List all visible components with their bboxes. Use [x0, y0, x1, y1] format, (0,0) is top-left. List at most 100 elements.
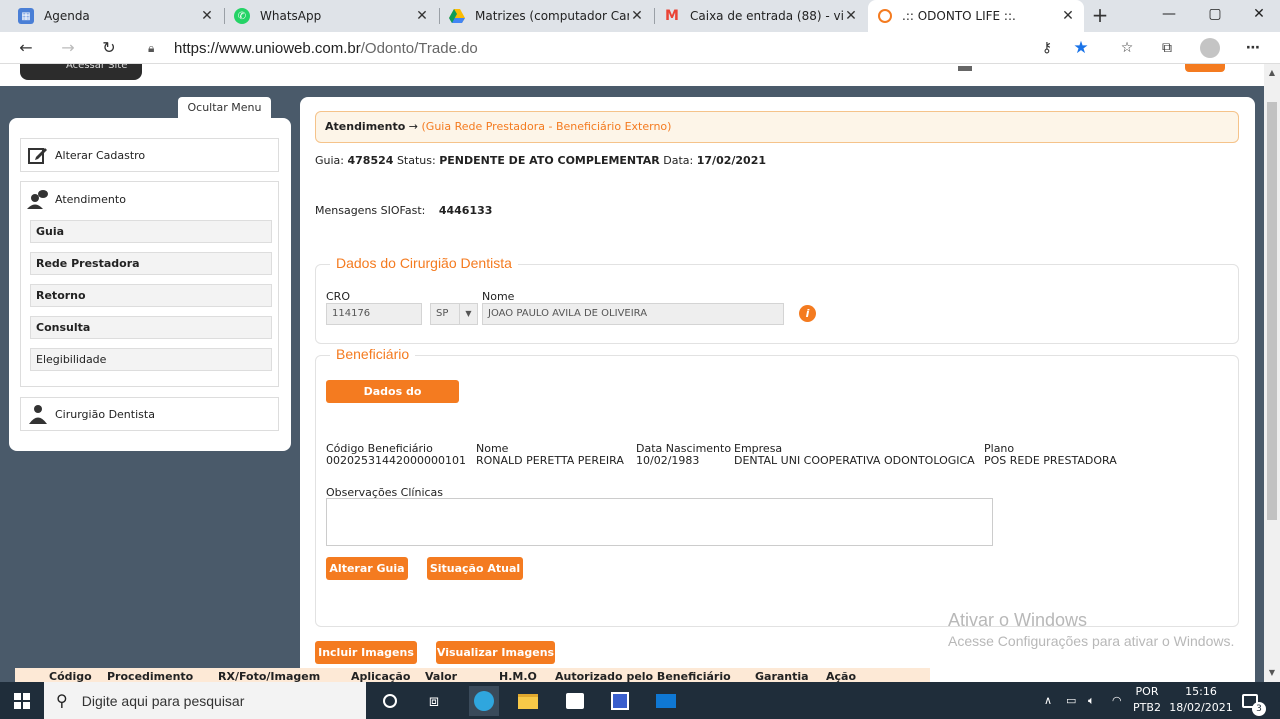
language-indicator[interactable]: POR PTB2	[1132, 684, 1162, 716]
edit-icon	[27, 145, 49, 165]
visualizar-imagens-button[interactable]: Visualizar Imagens	[436, 641, 555, 664]
breadcrumb-current[interactable]: (Guia Rede Prestadora - Beneficiário Ext…	[422, 120, 672, 133]
close-icon[interactable]: ✕	[1060, 8, 1076, 24]
sidebar-item-atendimento[interactable]: Atendimento	[21, 182, 278, 216]
nome-dentista-input[interactable]: JOAO PAULO AVILA DE OLIVEIRA	[482, 303, 784, 325]
sidebar-item-cirurgiao-dentista[interactable]: Cirurgião Dentista	[20, 397, 279, 431]
header-menu-icon[interactable]	[958, 66, 972, 71]
store-icon[interactable]	[562, 688, 588, 714]
tab-title: WhatsApp	[260, 9, 322, 23]
file-explorer-icon[interactable]	[515, 688, 541, 714]
tray-chevron-icon[interactable]: ∧	[1044, 682, 1052, 719]
tab-title: Matrizes (computador Carol) -	[475, 9, 629, 23]
status-value: PENDENTE DE ATO COMPLEMENTAR	[439, 154, 660, 167]
data-nascimento: Data Nascimento 10/02/1983	[636, 443, 731, 467]
alterar-guia-button[interactable]: Alterar Guia	[326, 557, 408, 580]
empresa: Empresa DENTAL UNI COOPERATIVA ODONTOLOG…	[734, 443, 975, 467]
nome-beneficiario: Nome RONALD PERETTA PEREIRA	[476, 443, 624, 467]
breadcrumb-arrow: →	[408, 120, 418, 133]
scroll-up-icon[interactable]: ▲	[1264, 68, 1280, 77]
task-view-icon[interactable]: ⧈	[421, 688, 447, 714]
observacoes-textarea[interactable]	[326, 498, 993, 546]
plano: Plano POS REDE PRESTADORA	[984, 443, 1117, 467]
incluir-imagens-button[interactable]: Incluir Imagens	[315, 641, 417, 664]
uf-value: SP	[436, 308, 449, 319]
scroll-down-icon[interactable]: ▼	[1264, 668, 1280, 677]
chevron-down-icon[interactable]: ▼	[459, 304, 477, 324]
close-icon[interactable]: ✕	[414, 8, 430, 24]
tab-whatsapp[interactable]: ✆ WhatsApp ✕	[224, 0, 438, 32]
mail-icon[interactable]	[653, 688, 679, 714]
info-icon[interactable]: i	[799, 305, 816, 322]
notification-icon[interactable]: 3	[1242, 682, 1266, 719]
minimize-button[interactable]: —	[1146, 0, 1192, 30]
tab-agenda[interactable]: ▦ Agenda ✕	[8, 0, 223, 32]
col-procedimento: Procedimento	[107, 670, 194, 682]
collections-icon[interactable]: ⧉	[1156, 38, 1178, 58]
favorites-icon[interactable]: ☆	[1116, 38, 1138, 58]
page-content: Acessar Site Ocultar Menu Alterar Cadast…	[0, 64, 1264, 682]
app-icon[interactable]	[607, 688, 633, 714]
cortana-icon[interactable]	[377, 688, 403, 714]
scroll-thumb[interactable]	[1267, 102, 1277, 520]
user-chat-icon	[27, 189, 49, 209]
ocultar-menu-tab[interactable]: Ocultar Menu	[178, 97, 271, 119]
odonto-life-icon	[878, 9, 892, 23]
sidebar-item-alterar-cadastro[interactable]: Alterar Cadastro	[20, 138, 279, 172]
clock[interactable]: 15:16 18/02/2021	[1168, 684, 1234, 716]
volume-icon[interactable]: 🔈︎	[1088, 682, 1095, 719]
calendar-icon: ▦	[18, 8, 34, 24]
edge-icon[interactable]	[469, 686, 499, 716]
forward-arrow-icon[interactable]: →	[54, 36, 82, 60]
close-icon[interactable]: ✕	[629, 8, 645, 24]
dados-beneficiario-button[interactable]: Dados do Beneficiário	[326, 380, 459, 421]
codigo-beneficiario: Código Beneficiário 00202531442000000101	[326, 443, 466, 467]
sidebar-item-rede-prestadora[interactable]: Rede Prestadora	[30, 252, 272, 275]
new-tab-button[interactable]: +	[1088, 4, 1112, 28]
refresh-icon[interactable]: ↻	[95, 36, 123, 60]
battery-icon[interactable]: ▭	[1066, 682, 1076, 719]
profile-icon[interactable]	[1199, 38, 1221, 58]
codigo-beneficiario-value: 00202531442000000101	[326, 454, 466, 467]
dentista-legend: Dados do Cirurgião Dentista	[330, 255, 518, 271]
col-hmo: H.M.O	[499, 670, 537, 682]
clock-time: 15:16	[1185, 685, 1217, 698]
maximize-button[interactable]: ▢	[1192, 0, 1238, 30]
breadcrumb: Atendimento → (Guia Rede Prestadora - Be…	[315, 111, 1239, 143]
back-arrow-icon[interactable]: ←	[12, 36, 40, 60]
data-label: Data:	[663, 154, 694, 167]
windows-taskbar: ⚲ Digite aqui para pesquisar ⧈ ∧ ▭ 🔈︎ ◠ …	[0, 682, 1280, 719]
mensagens-value: 4446133	[438, 204, 493, 217]
uf-select[interactable]: SP ▼	[430, 303, 478, 325]
more-icon[interactable]: ⋯	[1242, 38, 1264, 58]
gmail-icon: M	[665, 8, 679, 24]
data-value: 17/02/2021	[696, 154, 767, 167]
acessar-site-button[interactable]: Acessar Site	[20, 64, 142, 80]
sidebar-item-consulta[interactable]: Consulta	[30, 316, 272, 339]
windows-start-button[interactable]	[0, 682, 44, 719]
taskbar-search[interactable]: ⚲ Digite aqui para pesquisar	[44, 682, 366, 719]
col-aplicacao: Aplicação	[351, 670, 411, 682]
sidebar-item-elegibilidade[interactable]: Elegibilidade	[30, 348, 272, 371]
tab-odonto-life[interactable]: .:: ODONTO LIFE ::. ✕	[868, 0, 1084, 32]
search-placeholder: Digite aqui para pesquisar	[81, 692, 245, 709]
situacao-atual-button[interactable]: Situação Atual	[427, 557, 523, 580]
cro-input[interactable]: 114176	[326, 303, 422, 325]
tab-gmail[interactable]: M Caixa de entrada (88) - vilasauc ✕	[654, 0, 867, 32]
close-icon[interactable]: ✕	[199, 8, 215, 24]
key-icon[interactable]: ⚷	[1036, 38, 1058, 58]
star-icon[interactable]: ★	[1070, 38, 1092, 58]
dentista-fieldset: Dados do Cirurgião Dentista CRO 114176 S…	[315, 255, 1239, 344]
procedures-table-header: Código Procedimento RX/Foto/Imagem Aplic…	[15, 668, 930, 682]
url-field[interactable]: 🔒︎ https://www.unioweb.com.br/Odonto/Tra…	[140, 35, 1100, 61]
google-drive-icon	[449, 8, 465, 24]
sidebar-item-guia[interactable]: Guia	[30, 220, 272, 243]
close-icon[interactable]: ✕	[843, 8, 859, 24]
wifi-icon[interactable]: ◠	[1112, 682, 1122, 719]
page-scrollbar[interactable]: ▲ ▼	[1264, 64, 1280, 682]
close-window-button[interactable]: ✕	[1236, 0, 1280, 30]
header-orange-button[interactable]	[1185, 64, 1225, 72]
sidebar-item-retorno[interactable]: Retorno	[30, 284, 272, 307]
sidebar: Alterar Cadastro Atendimento Guia Rede P…	[9, 118, 291, 451]
tab-matrizes[interactable]: Matrizes (computador Carol) - ✕	[439, 0, 653, 32]
